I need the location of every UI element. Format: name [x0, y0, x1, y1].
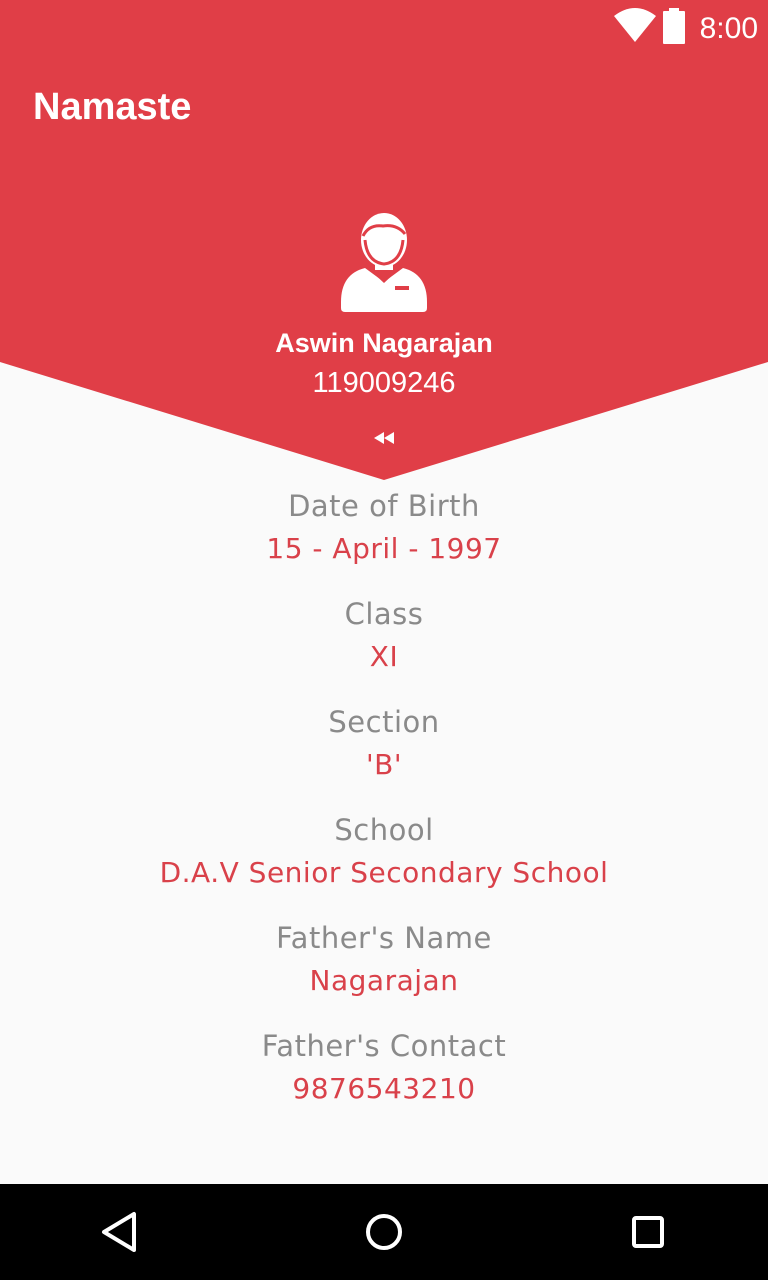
navigation-bar — [0, 1184, 768, 1280]
detail-value[interactable]: 9876543210 — [0, 1071, 768, 1107]
detail-value: 'B' — [365, 748, 403, 781]
detail-label: School — [334, 813, 434, 847]
status-time: 8:00 — [699, 12, 758, 45]
detail-school: School D.A.V Senior Secondary School — [0, 812, 768, 920]
back-icon[interactable] — [92, 1204, 148, 1260]
detail-section: Section 'B' — [0, 704, 768, 812]
rewind-collapse-icon[interactable] — [372, 430, 396, 446]
detail-label: Father's Name — [276, 921, 492, 955]
detail-value: Nagarajan — [309, 964, 459, 997]
details-list: Date of Birth 15 - April - 1997 Class XI… — [0, 488, 768, 1136]
detail-label: Father's Contact — [261, 1029, 507, 1063]
detail-fathers-name: Father's Name Nagarajan — [0, 920, 768, 1028]
detail-fathers-contact: Father's Contact 9876543210 — [0, 1028, 768, 1136]
home-icon[interactable] — [356, 1204, 412, 1260]
detail-class: Class XI — [0, 596, 768, 704]
detail-date-of-birth: Date of Birth 15 - April - 1997 — [0, 488, 768, 596]
detail-value: D.A.V Senior Secondary School — [159, 856, 609, 889]
detail-label: Class — [344, 597, 424, 631]
person-avatar-icon — [341, 213, 427, 312]
detail-label: Date of Birth — [288, 489, 480, 523]
profile-screen: 8:00 Namaste Aswin Nagarajan 119009246 D… — [0, 0, 768, 1280]
battery-icon — [663, 8, 685, 44]
profile-id: 119009246 — [312, 367, 456, 399]
recents-icon[interactable] — [620, 1204, 676, 1260]
profile-name: Aswin Nagarajan — [275, 328, 493, 358]
app-title: Namaste — [33, 86, 192, 128]
wifi-icon — [614, 8, 656, 42]
status-bar: 8:00 — [0, 0, 768, 60]
detail-label: Section — [328, 705, 440, 739]
detail-value: XI — [369, 640, 399, 673]
detail-value: 15 - April - 1997 — [266, 532, 502, 565]
